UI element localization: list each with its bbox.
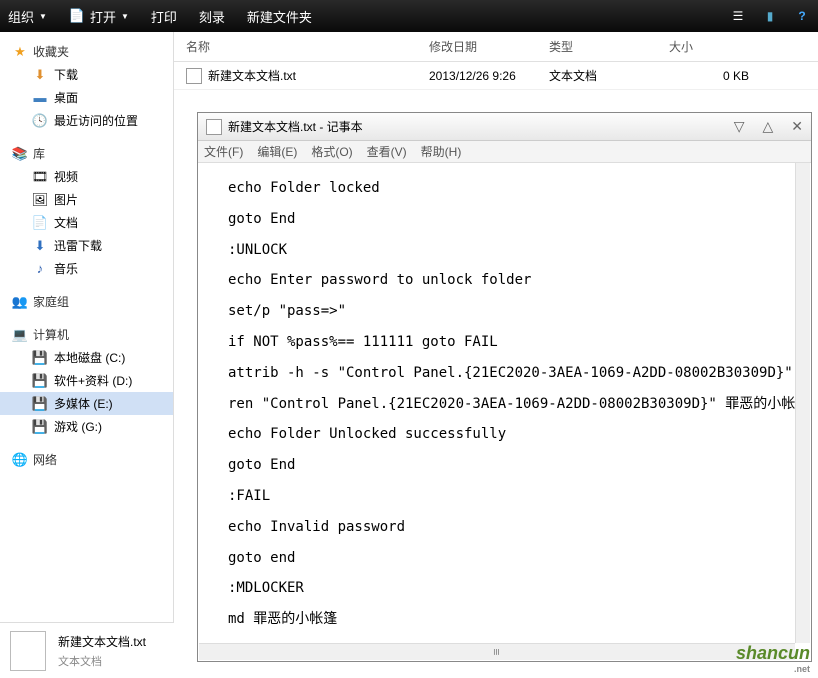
menu-help[interactable]: 帮助(H)	[421, 143, 462, 160]
code-line: goto end	[228, 543, 791, 574]
homegroup-icon: 👥	[12, 294, 28, 310]
sidebar-item-xunlei[interactable]: ⬇ 迅雷下载	[0, 234, 173, 257]
code-line: echo Folder Unlocked successfully	[228, 419, 791, 450]
sidebar-item-music[interactable]: ♪ 音乐	[0, 257, 173, 280]
file-date: 2013/12/26 9:26	[429, 69, 549, 83]
notepad-icon: 📄	[69, 8, 85, 24]
code-line: goto End	[228, 204, 791, 235]
notepad-menubar: 文件(F) 编辑(E) 格式(O) 查看(V) 帮助(H)	[198, 141, 811, 163]
picture-icon: 🖼	[32, 192, 48, 208]
code-line: if NOT %pass%== 111111 goto FAIL	[228, 327, 791, 358]
print-button[interactable]: 打印	[151, 7, 177, 26]
sidebar-item-downloads[interactable]: ⬇ 下载	[0, 63, 173, 86]
file-name: 新建文本文档.txt	[208, 67, 296, 84]
file-size: 0 KB	[669, 69, 769, 83]
sidebar-item-desktop[interactable]: ▬ 桌面	[0, 86, 173, 109]
code-line: echo Invalid password	[228, 512, 791, 543]
burn-button[interactable]: 刻录	[199, 7, 225, 26]
code-line: md 罪恶的小帐篷	[228, 604, 791, 635]
code-line: set/p "pass=>"	[228, 296, 791, 327]
network-icon: 🌐	[12, 452, 28, 468]
file-row[interactable]: 新建文本文档.txt 2013/12/26 9:26 文本文档 0 KB	[174, 62, 818, 90]
homegroup-header[interactable]: 👥 家庭组	[0, 290, 173, 313]
code-line: echo Enter password to unlock folder	[228, 265, 791, 296]
network-header[interactable]: 🌐 网络	[0, 448, 173, 471]
sidebar-item-drive-g[interactable]: 💾 游戏 (G:)	[0, 415, 173, 438]
column-headers: 名称 修改日期 类型 大小	[174, 32, 818, 62]
menu-view[interactable]: 查看(V)	[367, 143, 407, 160]
minimize-button[interactable]: ▽	[734, 118, 745, 135]
navigation-sidebar: ★ 收藏夹 ⬇ 下载 ▬ 桌面 🕓 最近访问的位置 📚 库 🎞	[0, 32, 174, 678]
sidebar-item-drive-c[interactable]: 💾 本地磁盘 (C:)	[0, 346, 173, 369]
new-folder-button[interactable]: 新建文件夹	[247, 7, 312, 26]
selected-file-name: 新建文本文档.txt	[58, 633, 146, 650]
column-name[interactable]: 名称	[174, 38, 429, 55]
code-line: :FAIL	[228, 481, 791, 512]
code-line: attrib -h -s "Control Panel.{21EC2020-3A…	[228, 358, 791, 389]
menu-edit[interactable]: 编辑(E)	[257, 143, 297, 160]
notepad-app-icon	[206, 119, 222, 135]
close-button[interactable]: ✕	[791, 118, 803, 135]
code-line: echo Folder locked	[228, 173, 791, 204]
notepad-title: 新建文本文档.txt - 记事本	[228, 118, 363, 135]
help-icon[interactable]: ?	[794, 8, 810, 24]
music-icon: ♪	[32, 261, 48, 277]
recent-icon: 🕓	[32, 113, 48, 129]
code-line: :UNLOCK	[228, 235, 791, 266]
file-thumbnail-icon	[10, 631, 46, 671]
desktop-icon: ▬	[32, 90, 48, 106]
library-icon: 📚	[12, 146, 28, 162]
computer-header[interactable]: 💻 计算机	[0, 323, 173, 346]
open-button[interactable]: 📄 打开▼	[69, 7, 129, 26]
sidebar-item-recent[interactable]: 🕓 最近访问的位置	[0, 109, 173, 132]
sidebar-item-videos[interactable]: 🎞 视频	[0, 165, 173, 188]
explorer-toolbar: 组织▼ 📄 打开▼ 打印 刻录 新建文件夹 ☰ ▮ ?	[0, 0, 818, 32]
drive-icon: 💾	[32, 419, 48, 435]
drive-icon: 💾	[32, 350, 48, 366]
document-icon: 📄	[32, 215, 48, 231]
watermark: shancun.net	[736, 643, 810, 674]
column-size[interactable]: 大小	[669, 38, 769, 55]
drive-icon: 💾	[32, 396, 48, 412]
notepad-titlebar[interactable]: 新建文本文档.txt - 记事本 ▽ △ ✕	[198, 113, 811, 141]
maximize-button[interactable]: △	[762, 118, 773, 135]
preview-pane-icon[interactable]: ▮	[762, 8, 778, 24]
xunlei-icon: ⬇	[32, 238, 48, 254]
organize-button[interactable]: 组织▼	[8, 7, 47, 26]
column-date[interactable]: 修改日期	[429, 38, 549, 55]
text-file-icon	[186, 68, 202, 84]
notepad-window: 新建文本文档.txt - 记事本 ▽ △ ✕ 文件(F) 编辑(E) 格式(O)…	[197, 112, 812, 662]
libraries-header[interactable]: 📚 库	[0, 142, 173, 165]
sidebar-item-drive-d[interactable]: 💾 软件+资料 (D:)	[0, 369, 173, 392]
code-line: ren "Control Panel.{21EC2020-3AEA-1069-A…	[228, 389, 791, 420]
favorites-header[interactable]: ★ 收藏夹	[0, 40, 173, 63]
view-options-icon[interactable]: ☰	[730, 8, 746, 24]
sidebar-item-pictures[interactable]: 🖼 图片	[0, 188, 173, 211]
drive-icon: 💾	[32, 373, 48, 389]
video-icon: 🎞	[32, 169, 48, 185]
menu-file[interactable]: 文件(F)	[204, 143, 243, 160]
notepad-text-area[interactable]: echo Folder locked goto End :UNLOCK echo…	[198, 163, 811, 661]
star-icon: ★	[12, 44, 28, 60]
computer-icon: 💻	[12, 327, 28, 343]
chevron-down-icon: ▼	[39, 12, 47, 21]
sidebar-item-documents[interactable]: 📄 文档	[0, 211, 173, 234]
horizontal-scrollbar[interactable]	[199, 643, 795, 660]
menu-format[interactable]: 格式(O)	[311, 143, 352, 160]
chevron-down-icon: ▼	[121, 12, 129, 21]
selected-file-type: 文本文档	[58, 653, 146, 669]
code-line: :MDLOCKER	[228, 573, 791, 604]
sidebar-item-drive-e[interactable]: 💾 多媒体 (E:)	[0, 392, 173, 415]
vertical-scrollbar[interactable]	[795, 163, 810, 643]
column-type[interactable]: 类型	[549, 38, 669, 55]
details-pane: 新建文本文档.txt 文本文档	[0, 622, 174, 678]
code-line: goto End	[228, 450, 791, 481]
file-type: 文本文档	[549, 67, 669, 84]
download-icon: ⬇	[32, 67, 48, 83]
